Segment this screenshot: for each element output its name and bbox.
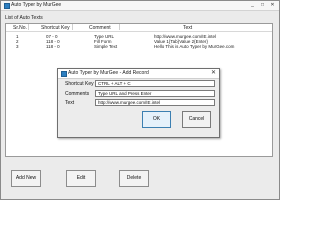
dialog-title-bar[interactable]: Auto Typer by MurGee - Add Record ✕ [58, 69, 219, 79]
comments-field[interactable]: Type URL and Press Enter [95, 90, 215, 97]
cell-comment: Simple Text [94, 44, 118, 49]
column-divider[interactable] [28, 24, 29, 30]
table-row[interactable]: 3 118 - 0 Simple Text Hello This is Auto… [6, 44, 272, 49]
app-icon [4, 3, 10, 9]
text-label: Text [65, 100, 75, 106]
add-record-dialog: Auto Typer by MurGee - Add Record ✕ Shor… [57, 68, 220, 138]
edit-button[interactable]: Edit [66, 170, 96, 187]
dialog-title: Auto Typer by MurGee - Add Record [68, 70, 149, 76]
column-divider[interactable] [72, 24, 73, 30]
column-divider[interactable] [119, 24, 120, 30]
window-title: Auto Typer by MurGee [11, 2, 62, 8]
title-bar[interactable]: Auto Typer by MurGee _ □ ✕ [1, 1, 279, 11]
text-field[interactable]: http://www.murgee.com/IE.intel [95, 99, 215, 106]
cell-text: Hello This is Auto Typer by MurGee.com [154, 44, 235, 49]
shortcut-key-label: Shortcut Key [65, 81, 94, 87]
cell-srno: 3 [16, 44, 19, 49]
cell-shortcut: 118 - 0 [46, 44, 60, 49]
shortcut-key-field[interactable]: CTRL + ALT + C [95, 80, 215, 87]
cancel-button[interactable]: Cancel [182, 111, 211, 128]
app-icon [61, 71, 67, 77]
add-new-button[interactable]: Add New [11, 170, 41, 187]
header-separator [6, 31, 272, 32]
close-button[interactable]: ✕ [267, 2, 278, 8]
main-window: Auto Typer by MurGee _ □ ✕ List of Auto … [0, 0, 280, 200]
comments-label: Comments [65, 91, 90, 97]
ok-button[interactable]: OK [142, 111, 171, 128]
list-group-label: List of Auto Texts [5, 15, 43, 21]
delete-button[interactable]: Delete [119, 170, 149, 187]
dialog-close-button[interactable]: ✕ [211, 70, 216, 77]
